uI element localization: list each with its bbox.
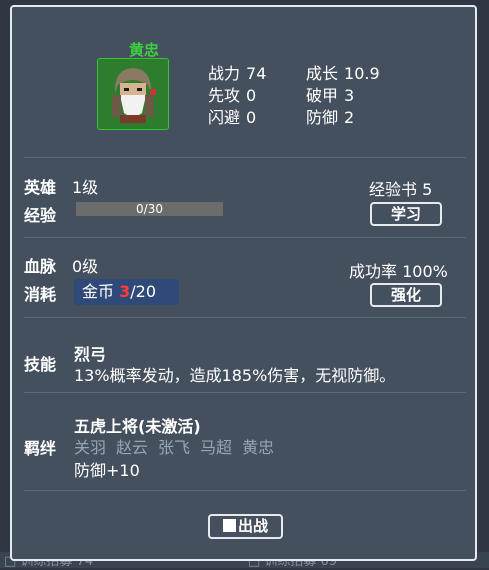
coin-label: 金币 (82, 282, 115, 301)
learn-button[interactable]: 学习 (370, 202, 442, 226)
bond-label: 羁绊 (24, 439, 57, 458)
hero-portrait (97, 58, 169, 130)
stat-label: 先攻 (208, 86, 241, 105)
coin-cost-badge: 金币 3/20 (74, 279, 179, 305)
skill-description: 13%概率发动，造成185%伤害，无视防御。 (74, 366, 396, 385)
bond-member: 关羽 (74, 438, 107, 457)
deploy-button[interactable]: 出战 (208, 514, 283, 539)
stat-value: 0 (246, 86, 257, 105)
stat-growth: 成长 10.9 (306, 63, 380, 85)
bond-member: 黄忠 (242, 438, 275, 457)
stat-dodge: 闪避 0 (208, 107, 266, 129)
stat-label: 闪避 (208, 108, 241, 127)
bond-member: 张飞 (158, 438, 191, 457)
success-label: 成功率 (349, 262, 398, 281)
stats-right: 成长 10.9 破甲 3 防御 2 (306, 63, 380, 129)
stat-armor-break: 破甲 3 (306, 85, 380, 107)
divider (24, 157, 466, 158)
stat-value: 74 (246, 64, 267, 83)
exp-book-value: 5 (422, 180, 433, 199)
divider (24, 392, 466, 393)
bond-effect: 防御+10 (74, 461, 140, 480)
success-value: 100% (402, 262, 448, 281)
hero-detail-panel: 黄忠 战力 74 先攻 0 闪避 0 成长 10.9 破甲 3 防御 2 英雄 … (10, 5, 477, 561)
exp-label: 经验 (24, 206, 57, 225)
stat-label: 破甲 (306, 86, 339, 105)
stat-label: 成长 (306, 64, 339, 83)
divider (24, 237, 466, 238)
exp-book-count: 经验书 5 (369, 176, 432, 200)
bloodline-level: 0级 (72, 257, 99, 276)
skill-label: 技能 (24, 355, 57, 374)
stat-defense: 防御 2 (306, 107, 380, 129)
hero-level-label: 英雄 (24, 178, 57, 197)
stat-value: 3 (344, 86, 355, 105)
deploy-label: 出战 (237, 517, 268, 535)
exp-book-label: 经验书 (369, 180, 418, 199)
exp-progress-bar: 0/30 (76, 202, 223, 216)
divider (24, 490, 466, 491)
coin-total: /20 (130, 282, 156, 301)
hero-avatar-icon (98, 59, 168, 129)
stat-value: 10.9 (344, 64, 380, 83)
enhance-button[interactable]: 强化 (370, 283, 442, 307)
deploy-checkbox[interactable] (222, 519, 236, 532)
success-rate: 成功率 100% (349, 258, 448, 282)
stat-value: 0 (246, 108, 257, 127)
stat-value: 2 (344, 108, 355, 127)
divider (24, 317, 466, 318)
stats-left: 战力 74 先攻 0 闪避 0 (208, 63, 266, 129)
bond-members: 关羽 赵云 张飞 马超 黄忠 (74, 434, 284, 458)
stat-label: 战力 (208, 64, 241, 83)
coin-current: 3 (119, 282, 131, 301)
hero-name: 黄忠 (128, 41, 159, 59)
bloodline-label: 血脉 (24, 257, 57, 276)
hero-level-value: 1级 (72, 178, 99, 197)
stat-label: 防御 (306, 108, 339, 127)
bond-member: 赵云 (116, 438, 149, 457)
bond-member: 马超 (200, 438, 233, 457)
cost-label: 消耗 (24, 285, 57, 304)
stat-initiative: 先攻 0 (208, 85, 266, 107)
stat-power: 战力 74 (208, 63, 266, 85)
exp-progress-text: 0/30 (136, 202, 163, 216)
